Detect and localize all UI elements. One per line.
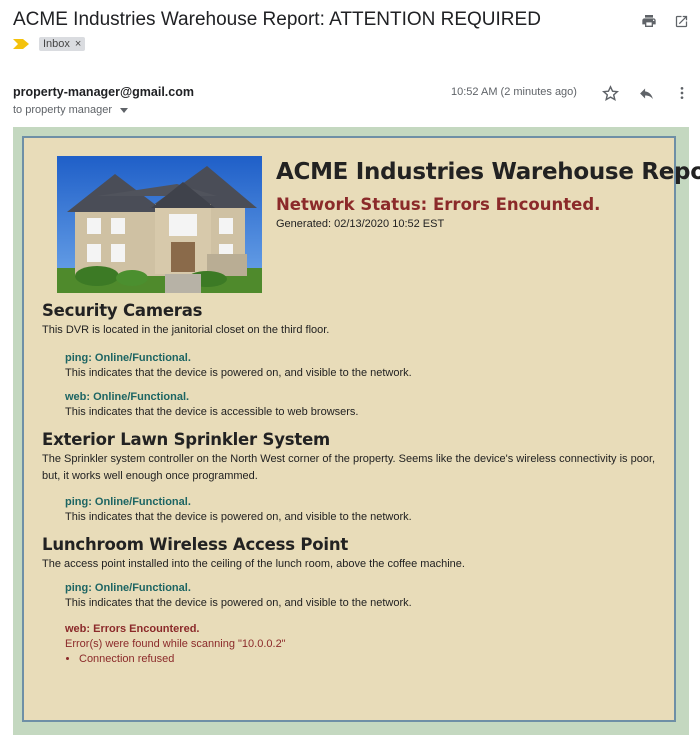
section-heading: Security Cameras <box>42 301 203 320</box>
section-heading: Exterior Lawn Sprinkler System <box>42 430 331 449</box>
section-description: The access point installed into the ceil… <box>42 558 465 570</box>
check-status: ping: Online/Functional. <box>65 582 191 594</box>
top-actions <box>640 12 690 30</box>
check-item-error: web: Errors Encountered. Error(s) were f… <box>65 623 667 665</box>
check-item: web: Online/Functional. This indicates t… <box>65 391 667 418</box>
check-description: This indicates that the device is powere… <box>65 367 412 379</box>
check-description: This indicates that the device is powere… <box>65 511 412 523</box>
sender-address[interactable]: property-manager@gmail.com <box>13 85 194 99</box>
report-frame: ACME Industries Warehouse Report Network… <box>13 127 700 735</box>
labels-row: Inbox × <box>13 37 86 51</box>
error-item: Connection refused <box>79 653 667 665</box>
check-item: ping: Online/Functional. This indicates … <box>65 496 667 523</box>
device-section: Exterior Lawn Sprinkler System The Sprin… <box>42 430 667 523</box>
check-description: Error(s) were found while scanning "10.0… <box>65 638 286 650</box>
chevron-down-icon[interactable] <box>120 107 129 113</box>
report-panel: ACME Industries Warehouse Report Network… <box>22 136 700 722</box>
message-actions <box>601 84 691 102</box>
check-status: web: Online/Functional. <box>65 391 190 403</box>
more-vertical-icon[interactable] <box>673 84 691 102</box>
recipient-text: to property manager <box>13 104 113 116</box>
report-title: ACME Industries Warehouse Report <box>276 159 700 185</box>
recipient-line[interactable]: to property manager <box>13 104 129 116</box>
section-description: This DVR is located in the janitorial cl… <box>42 324 330 336</box>
star-icon[interactable] <box>601 84 619 102</box>
importance-marker-icon[interactable] <box>13 39 29 49</box>
device-section: Lunchroom Wireless Access Point The acce… <box>42 535 667 665</box>
check-description: This indicates that the device is powere… <box>65 597 412 609</box>
section-description: The Sprinkler system controller on the N… <box>42 453 656 482</box>
print-icon[interactable] <box>640 12 658 30</box>
inbox-label-text: Inbox <box>43 38 70 50</box>
open-in-new-window-icon[interactable] <box>672 12 690 30</box>
check-description: This indicates that the device is access… <box>65 406 359 418</box>
generated-timestamp: Generated: 02/13/2020 10:52 EST <box>276 218 445 230</box>
check-status: web: Errors Encountered. <box>65 623 200 635</box>
email-timestamp: 10:52 AM (2 minutes ago) <box>451 86 577 98</box>
section-heading: Lunchroom Wireless Access Point <box>42 535 349 554</box>
remove-label-icon[interactable]: × <box>75 38 81 50</box>
check-status: ping: Online/Functional. <box>65 496 191 508</box>
device-section: Security Cameras This DVR is located in … <box>42 301 667 418</box>
check-item: ping: Online/Functional. This indicates … <box>65 582 667 609</box>
reply-icon[interactable] <box>637 84 655 102</box>
inbox-label-chip[interactable]: Inbox × <box>39 37 86 51</box>
house-photo <box>57 156 262 293</box>
email-subject: ACME Industries Warehouse Report: ATTENT… <box>13 9 541 30</box>
check-item: ping: Online/Functional. This indicates … <box>65 352 667 379</box>
network-status: Network Status: Errors Encounted. <box>276 195 601 214</box>
report-content: Security Cameras This DVR is located in … <box>42 301 667 665</box>
error-list: Connection refused <box>65 653 667 665</box>
check-status: ping: Online/Functional. <box>65 352 191 364</box>
